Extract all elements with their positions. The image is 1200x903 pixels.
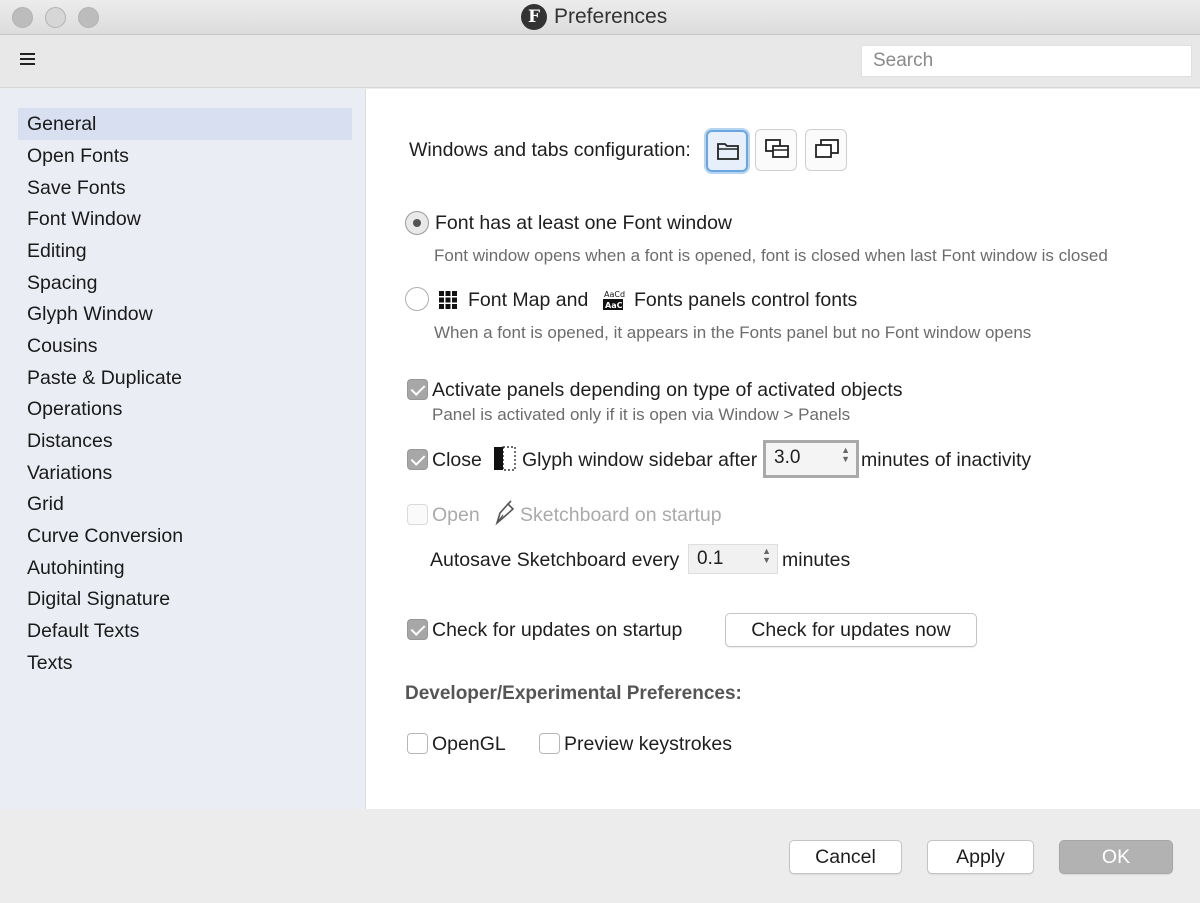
windows-config-option-2[interactable] [755, 129, 797, 171]
font-window-radio-label: Font has at least one Font window [435, 212, 733, 234]
app-logo-icon: F [521, 4, 547, 30]
preview-keystrokes-checkbox[interactable] [539, 733, 560, 754]
autosave-label-part2: minutes [782, 549, 851, 571]
open-sketchboard-checkbox[interactable] [407, 504, 428, 525]
stepper-arrows-icon[interactable]: ▲ ▼ [841, 446, 850, 464]
svg-text:AaCd: AaCd [604, 290, 625, 299]
zoom-window-button[interactable] [78, 7, 99, 28]
sidebar-item-general[interactable]: General [18, 108, 352, 140]
font-map-icon [439, 291, 457, 309]
dialog-footer: Cancel Apply OK [0, 809, 1200, 903]
sidebar-item-cousins[interactable]: Cousins [18, 330, 352, 362]
check-updates-label: Check for updates on startup [432, 619, 683, 641]
sidebar-item-autohinting[interactable]: Autohinting [18, 552, 352, 584]
stepper-arrows-icon[interactable]: ▲ ▼ [762, 547, 771, 565]
window-title: Preferences [554, 5, 668, 28]
sidebar-icon [494, 446, 516, 471]
sidebar-item-operations[interactable]: Operations [18, 393, 352, 425]
check-updates-checkbox[interactable] [407, 619, 428, 640]
autosave-minutes-stepper[interactable]: 0.1 ▲ ▼ [688, 544, 778, 574]
open-sketchboard-label-part2: Sketchboard on startup [520, 504, 722, 526]
sidebar-item-grid[interactable]: Grid [18, 488, 352, 520]
windows-config-option-1[interactable] [706, 130, 748, 172]
activate-panels-checkbox[interactable] [407, 379, 428, 400]
overlapping-windows-icon [815, 139, 839, 158]
opengl-checkbox[interactable] [407, 733, 428, 754]
fonts-panel-icon: AaCd AaCd [603, 290, 625, 310]
sidebar-item-editing[interactable]: Editing [18, 235, 352, 267]
developer-preferences-heading: Developer/Experimental Preferences: [405, 683, 742, 704]
sidebar-item-distances[interactable]: Distances [18, 425, 352, 457]
sidebar-item-digital-signature[interactable]: Digital Signature [18, 583, 352, 615]
sidebar-item-texts[interactable]: Texts [18, 647, 352, 679]
close-sidebar-checkbox[interactable] [407, 449, 428, 470]
stacked-windows-icon [765, 139, 789, 158]
autosave-label-part1: Autosave Sketchboard every [430, 549, 680, 571]
font-window-radio[interactable] [405, 211, 429, 235]
close-window-button[interactable] [12, 7, 33, 28]
windows-config-option-3[interactable] [805, 129, 847, 171]
svg-text:AaCd: AaCd [605, 301, 625, 310]
preview-keystrokes-label: Preview keystrokes [564, 733, 732, 755]
close-sidebar-label-part1: Close [432, 449, 482, 471]
apply-button[interactable]: Apply [927, 840, 1034, 874]
open-sketchboard-label-part1: Open [432, 504, 480, 526]
sidebar-item-paste-duplicate[interactable]: Paste & Duplicate [18, 362, 352, 394]
folder-icon [717, 143, 739, 160]
close-sidebar-label-part2: Glyph window sidebar after [522, 449, 758, 471]
search-input[interactable] [861, 45, 1192, 77]
autosave-minutes-value: 0.1 [697, 548, 724, 569]
panels-control-description: When a font is opened, it appears in the… [434, 323, 1032, 342]
sidebar-item-default-texts[interactable]: Default Texts [18, 615, 352, 647]
panels-control-label-part2: Fonts panels control fonts [634, 289, 858, 311]
sidebar-item-open-fonts[interactable]: Open Fonts [18, 140, 352, 172]
sidebar: General Open Fonts Save Fonts Font Windo… [0, 89, 366, 809]
cancel-button[interactable]: Cancel [789, 840, 902, 874]
font-window-radio-description: Font window opens when a font is opened,… [434, 246, 1108, 265]
windows-tabs-label: Windows and tabs configuration: [409, 139, 691, 161]
panels-control-label-part1: Font Map and [468, 289, 589, 311]
minimize-window-button[interactable] [45, 7, 66, 28]
activate-panels-label: Activate panels depending on type of act… [432, 379, 903, 401]
hamburger-menu-icon[interactable] [20, 53, 35, 67]
sidebar-item-font-window[interactable]: Font Window [18, 203, 352, 235]
sidebar-item-spacing[interactable]: Spacing [18, 267, 352, 299]
ok-button[interactable]: OK [1059, 840, 1173, 874]
close-sidebar-label-part3: minutes of inactivity [861, 449, 1032, 471]
sidebar-item-variations[interactable]: Variations [18, 457, 352, 489]
sidebar-minutes-stepper[interactable]: 3.0 ▲ ▼ [763, 440, 859, 478]
sidebar-minutes-value: 3.0 [774, 447, 801, 468]
sidebar-item-glyph-window[interactable]: Glyph Window [18, 298, 352, 330]
opengl-label: OpenGL [432, 733, 506, 755]
sidebar-item-curve-conversion[interactable]: Curve Conversion [18, 520, 352, 552]
check-updates-now-button[interactable]: Check for updates now [725, 613, 977, 647]
title-bar: F Preferences [0, 0, 1200, 35]
panels-control-radio[interactable] [405, 287, 429, 311]
pen-nib-icon [495, 500, 515, 526]
toolbar [0, 35, 1200, 88]
general-preferences-panel: Windows and tabs configuration: Font has… [366, 89, 1200, 809]
sidebar-item-save-fonts[interactable]: Save Fonts [18, 172, 352, 204]
activate-panels-description: Panel is activated only if it is open vi… [432, 405, 851, 424]
